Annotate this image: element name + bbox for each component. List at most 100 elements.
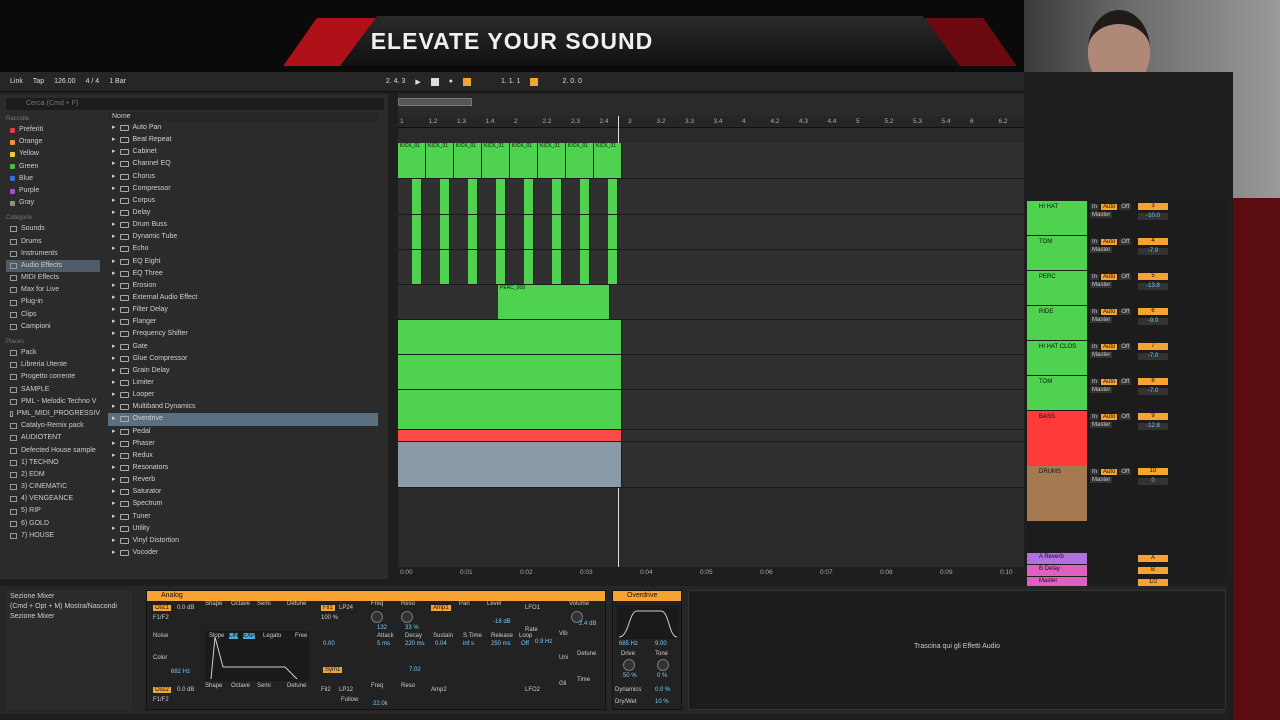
return-name[interactable]: A Reverb — [1027, 553, 1087, 564]
track-name-header[interactable]: HI HAT — [1027, 201, 1087, 235]
device-item[interactable]: ▸ Flanger — [108, 316, 378, 328]
device-item[interactable]: ▸ Spectrum — [108, 498, 378, 510]
kick-clip[interactable]: KICK_01 — [510, 143, 538, 178]
auto-button[interactable]: Auto — [1101, 469, 1118, 475]
device-item[interactable]: ▸ Gate — [108, 341, 378, 353]
follow-label[interactable]: Follow — [341, 697, 358, 703]
link-button[interactable]: Link — [10, 78, 23, 85]
od-freq[interactable]: 685 Hz — [619, 641, 638, 647]
place-item[interactable]: PML - Melodic Techno V — [6, 396, 100, 408]
device-item[interactable]: ▸ Echo — [108, 243, 378, 255]
place-item[interactable]: Catalyo-Remix pack — [6, 420, 100, 432]
track-name-header[interactable]: PERC — [1027, 271, 1087, 305]
tom-clip[interactable] — [468, 250, 478, 284]
collection-orange[interactable]: Orange — [6, 136, 100, 148]
device-item[interactable]: ▸ Filter Delay — [108, 304, 378, 316]
loop-value[interactable]: Off — [521, 641, 529, 647]
od-width[interactable]: 9.00 — [655, 641, 667, 647]
track-name-header[interactable]: DRUMS — [1027, 466, 1087, 521]
device-item[interactable]: ▸ Saturator — [108, 486, 378, 498]
audio-effect-drop-zone[interactable]: Trascina qui gli Effetti Audio — [688, 590, 1226, 710]
off-button[interactable]: Off — [1119, 204, 1132, 210]
kick-clip[interactable]: KICK_01 — [426, 143, 454, 178]
od-tone-knob[interactable] — [657, 659, 669, 671]
device-item[interactable]: ▸ Reverb — [108, 474, 378, 486]
lfo2-label[interactable]: LFO2 — [525, 687, 540, 693]
drums-clip[interactable] — [398, 442, 622, 487]
device-item[interactable]: ▸ Grain Delay — [108, 365, 378, 377]
track-activator[interactable]: 3 — [1138, 203, 1168, 210]
freq2-value[interactable]: 22.0k — [373, 701, 388, 707]
output-routing[interactable]: Master — [1090, 477, 1113, 483]
track-activator[interactable]: 9 — [1138, 413, 1168, 420]
time-signature[interactable]: 4 / 4 — [86, 78, 100, 85]
device-item[interactable]: ▸ Overdrive — [108, 413, 378, 426]
decay-value[interactable]: 220 ms — [405, 641, 425, 647]
device-item[interactable]: ▸ Erosion — [108, 280, 378, 292]
track-lane[interactable] — [398, 390, 1024, 430]
device-item[interactable]: ▸ Utility — [108, 523, 378, 535]
kick-clip[interactable]: KICK_01 — [482, 143, 510, 178]
lin-button[interactable]: LIN — [229, 633, 239, 639]
drive-sym[interactable]: Sym1 — [323, 667, 343, 673]
track-lane[interactable] — [398, 430, 1024, 442]
clap-clip[interactable] — [608, 179, 618, 214]
auto-button[interactable]: Auto — [1101, 309, 1118, 315]
output-routing[interactable]: Master — [1090, 247, 1113, 253]
release-value[interactable]: 250 ms — [491, 641, 511, 647]
legato-toggle[interactable]: Legato — [263, 633, 281, 639]
track-lane[interactable]: KICK_01 KICK_01 KICK_01 KICK_01 KICK_01 KICK_… — [398, 143, 1024, 179]
osc1-level[interactable]: 0.0 dB — [177, 605, 194, 611]
device-item[interactable]: ▸ Multiband Dynamics — [108, 401, 378, 413]
device-item[interactable]: ▸ Glue Compressor — [108, 353, 378, 365]
place-item[interactable]: 3) CINEMATIC — [6, 481, 100, 493]
attack-value[interactable]: 5 ms — [377, 641, 390, 647]
output-routing[interactable]: Master — [1090, 212, 1113, 218]
track-lane[interactable]: PERC_008 — [398, 285, 1024, 320]
volume-field[interactable]: -9.0 — [1138, 318, 1168, 325]
volume-field[interactable]: -7.0 — [1138, 248, 1168, 255]
loop-start[interactable]: 1. 1. 1 — [501, 78, 520, 85]
device-item[interactable]: ▸ Auto Pan — [108, 122, 378, 134]
overdub-icon[interactable] — [463, 77, 472, 86]
exp-button[interactable]: EXP — [243, 633, 256, 639]
kick-clip[interactable]: KICK_01 — [454, 143, 482, 178]
off-button[interactable]: Off — [1119, 469, 1132, 475]
return-name[interactable]: B Delay — [1027, 565, 1087, 576]
ch-clip[interactable] — [608, 215, 618, 249]
output-routing[interactable]: Master — [1090, 387, 1113, 393]
stime-value[interactable]: inf s — [463, 641, 474, 647]
device-item[interactable]: ▸ External Audio Effect — [108, 292, 378, 304]
input-button[interactable]: In — [1090, 344, 1100, 350]
device-item[interactable]: ▸ Channel EQ — [108, 158, 378, 170]
track-activator[interactable]: 7 — [1138, 343, 1168, 350]
category-clips[interactable]: Clips — [6, 309, 100, 321]
output-routing[interactable]: Master — [1090, 282, 1113, 288]
off-button[interactable]: Off — [1119, 309, 1132, 315]
bass-clip[interactable] — [398, 430, 622, 441]
category-audio-effects[interactable]: Audio Effects — [6, 259, 100, 273]
vib-label[interactable]: Vib — [559, 631, 568, 637]
beat-ruler[interactable]: 1 1.2 1.3 1.4 2 2.2 2.3 2.4 3 3.2 3.3 3.4 4 4.2 4.3 4.4… — [398, 116, 1024, 128]
input-button[interactable]: In — [1090, 469, 1100, 475]
input-button[interactable]: In — [1090, 274, 1100, 280]
osc2-level[interactable]: 0.0 dB — [177, 687, 194, 693]
device-item[interactable]: ▸ Resonators — [108, 462, 378, 474]
loop-icon[interactable] — [530, 77, 539, 86]
ch-clip[interactable] — [524, 215, 534, 249]
osc2-toggle[interactable]: Osc2 — [153, 687, 172, 693]
kick-clip[interactable]: KICK_01 — [538, 143, 566, 178]
category-campioni[interactable]: Campioni — [6, 321, 100, 333]
collection-yellow[interactable]: Yellow — [6, 148, 100, 160]
volume-field[interactable]: -7.0 — [1138, 388, 1168, 395]
device-item[interactable]: ▸ Pedal — [108, 426, 378, 438]
place-item[interactable]: 7) HOUSE — [6, 530, 100, 542]
track-lane[interactable] — [398, 442, 1024, 488]
kick-clip[interactable]: KICK_01 — [566, 143, 594, 178]
track-name-header[interactable]: TOM — [1027, 236, 1087, 270]
perc-clip[interactable]: PERC_008 — [498, 285, 610, 319]
off-button[interactable]: Off — [1119, 239, 1132, 245]
overview-scrollbar[interactable] — [398, 98, 472, 106]
device-item[interactable]: ▸ Frequency Shifter — [108, 328, 378, 340]
fil2-toggle[interactable]: Fil2 — [321, 687, 331, 693]
